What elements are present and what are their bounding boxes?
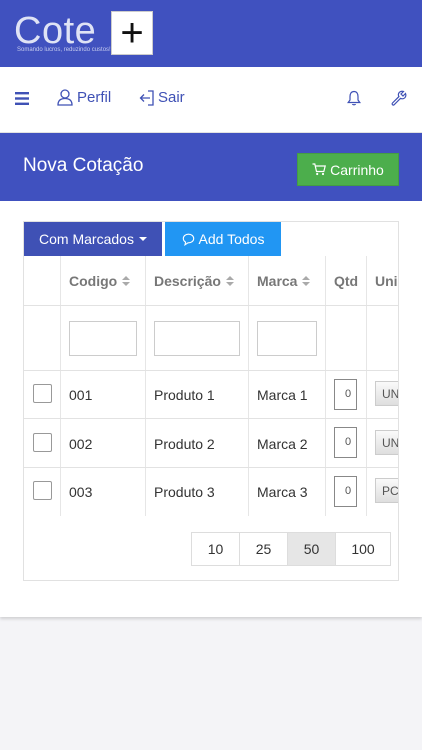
brand-header: Cote + Somando lucros, reduzindo custos! bbox=[0, 0, 422, 67]
header-qtd: Qtd bbox=[334, 273, 358, 289]
user-icon bbox=[57, 89, 73, 106]
cart-label: Carrinho bbox=[330, 161, 384, 178]
row-checkbox[interactable] bbox=[33, 481, 52, 500]
add-all-button[interactable]: Add Todos bbox=[165, 222, 281, 256]
filter-marca-input[interactable] bbox=[257, 321, 317, 356]
unit-select[interactable]: UN bbox=[375, 430, 398, 455]
bulk-actions-label: Com Marcados bbox=[39, 231, 134, 247]
navbar: Perfil Sair bbox=[0, 67, 422, 133]
perfil-label: Perfil bbox=[77, 89, 112, 106]
qtd-input[interactable]: 0 bbox=[334, 379, 357, 410]
cart-button[interactable]: Carrinho bbox=[297, 153, 399, 186]
sort-icon bbox=[302, 275, 311, 287]
page-title: Nova Cotação bbox=[23, 155, 144, 176]
column-divider bbox=[145, 256, 146, 516]
header-marca[interactable]: Marca bbox=[257, 273, 311, 289]
unit-select[interactable]: PC bbox=[375, 478, 398, 503]
comment-icon bbox=[182, 233, 194, 246]
header-descricao[interactable]: Descrição bbox=[154, 273, 234, 289]
filter-codigo-input[interactable] bbox=[69, 321, 137, 356]
logo-tagline: Somando lucros, reduzindo custos! bbox=[17, 47, 111, 53]
qtd-input[interactable]: 0 bbox=[334, 427, 357, 458]
products-table: Codigo Descrição Marca Qtd Uni 001 Produ… bbox=[24, 256, 398, 516]
add-all-label: Add Todos bbox=[198, 231, 265, 247]
cell-codigo: 002 bbox=[69, 436, 93, 452]
page-size-selector: 10 25 50 100 bbox=[191, 532, 391, 566]
products-panel: Com Marcados Add Todos Codigo Descrição … bbox=[23, 221, 399, 581]
page-size-10[interactable]: 10 bbox=[191, 532, 240, 566]
row-checkbox[interactable] bbox=[33, 433, 52, 452]
cell-descricao: Produto 2 bbox=[154, 436, 215, 452]
row-divider bbox=[24, 467, 398, 468]
row-divider bbox=[24, 305, 398, 306]
header-qtd-label: Qtd bbox=[334, 273, 359, 289]
row-divider bbox=[24, 418, 398, 419]
logo-plus-box: + bbox=[111, 11, 153, 55]
sort-icon bbox=[225, 275, 234, 287]
page-size-25[interactable]: 25 bbox=[239, 532, 288, 566]
column-divider bbox=[60, 256, 61, 516]
sort-icon bbox=[122, 275, 131, 287]
quote-card: Nova Cotação Carrinho Com Marcados Add T… bbox=[0, 133, 422, 617]
cell-descricao: Produto 3 bbox=[154, 484, 215, 500]
column-divider bbox=[325, 256, 326, 516]
unit-select[interactable]: UN bbox=[375, 381, 398, 406]
hamburger-icon bbox=[15, 92, 29, 105]
cell-descricao: Produto 1 bbox=[154, 387, 215, 403]
cell-codigo: 001 bbox=[69, 387, 93, 403]
logout-icon bbox=[139, 89, 154, 106]
column-divider bbox=[366, 256, 367, 516]
header-codigo[interactable]: Codigo bbox=[69, 273, 131, 289]
cell-codigo: 003 bbox=[69, 484, 93, 500]
logo-word: Cote bbox=[14, 10, 97, 52]
sair-link[interactable]: Sair bbox=[139, 89, 185, 106]
row-checkbox[interactable] bbox=[33, 384, 52, 403]
perfil-link[interactable]: Perfil bbox=[57, 89, 111, 106]
logo[interactable]: Cote + Somando lucros, reduzindo custos! bbox=[14, 11, 154, 55]
bulk-actions-dropdown[interactable]: Com Marcados bbox=[24, 222, 162, 256]
logo-plus-mark: + bbox=[120, 11, 144, 55]
page-size-50[interactable]: 50 bbox=[287, 532, 336, 566]
row-divider bbox=[24, 370, 398, 371]
header-marca-label: Marca bbox=[257, 273, 298, 289]
cell-marca: Marca 3 bbox=[257, 484, 308, 500]
header-unidade-label: Uni bbox=[375, 273, 398, 289]
notifications-button[interactable] bbox=[347, 90, 361, 106]
bell-icon bbox=[347, 90, 361, 106]
page-size-100[interactable]: 100 bbox=[335, 532, 391, 566]
settings-button[interactable] bbox=[391, 90, 407, 106]
header-codigo-label: Codigo bbox=[69, 273, 118, 289]
qtd-input[interactable]: 0 bbox=[334, 476, 357, 507]
cell-marca: Marca 2 bbox=[257, 436, 308, 452]
cell-marca: Marca 1 bbox=[257, 387, 308, 403]
menu-button[interactable] bbox=[15, 92, 29, 105]
page-header: Nova Cotação Carrinho bbox=[0, 133, 422, 201]
filter-descricao-input[interactable] bbox=[154, 321, 240, 356]
cart-icon bbox=[312, 163, 327, 176]
header-unidade: Uni bbox=[375, 273, 398, 289]
sair-label: Sair bbox=[158, 89, 185, 106]
header-descricao-label: Descrição bbox=[154, 273, 221, 289]
wrench-icon bbox=[391, 90, 407, 106]
caret-down-icon bbox=[138, 237, 147, 241]
column-divider bbox=[248, 256, 249, 516]
